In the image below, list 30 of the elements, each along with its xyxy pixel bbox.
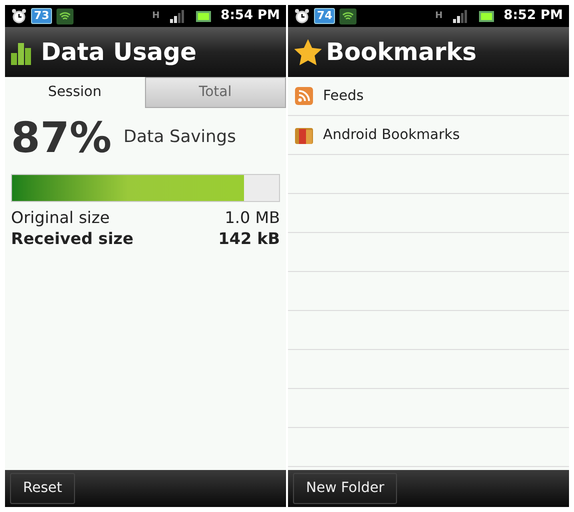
battery-icon (478, 10, 494, 22)
screen-title: Bookmarks (326, 37, 477, 68)
clock-time: 8:54 PM (220, 7, 280, 26)
battery-icon (196, 10, 211, 22)
tab[interactable]: Total (144, 77, 286, 108)
network-type: H (435, 12, 443, 20)
stat-value: 1.0 MB (224, 207, 280, 228)
notification-badge: 74 (314, 8, 336, 24)
network-type: H (152, 12, 160, 20)
signal-icon (452, 10, 467, 22)
stat-label: Original size (11, 207, 110, 228)
signal-icon (170, 10, 184, 22)
clock-time: 8:52 PM (504, 7, 563, 26)
alarm-clock-icon (11, 8, 27, 24)
bookmark-label: Feeds (323, 86, 364, 106)
action-button[interactable]: Reset (10, 473, 76, 504)
rss-icon (295, 87, 313, 105)
folder-icon (295, 126, 313, 144)
percent-value: 87% (11, 112, 112, 164)
bookmark-label: Android Bookmarks (323, 126, 460, 144)
stat-label: Received size (11, 228, 134, 249)
screen-title: Data Usage (41, 37, 197, 68)
notification-badge: 73 (31, 8, 52, 24)
savings-label: Data Savings (124, 126, 236, 150)
bookmark-item[interactable]: Feeds (288, 77, 569, 116)
action-button[interactable]: New Folder (293, 473, 398, 504)
bookmark-item[interactable]: Android Bookmarks (288, 116, 569, 155)
star-icon (294, 38, 322, 66)
alarm-clock-icon (294, 8, 310, 24)
stat-value: 142 kB (218, 228, 280, 249)
